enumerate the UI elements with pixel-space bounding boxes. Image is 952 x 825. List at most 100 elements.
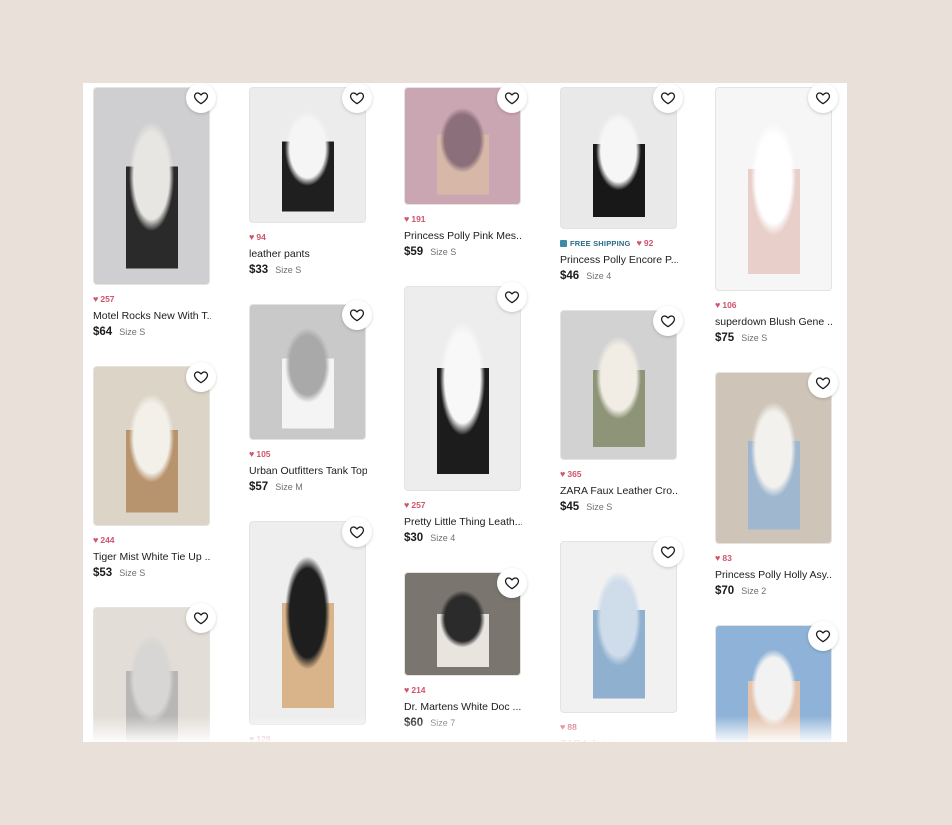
listing-title[interactable]: leather pants	[249, 248, 367, 260]
listing-size: Size S	[586, 502, 613, 512]
like-button[interactable]	[653, 306, 683, 336]
listing-card[interactable]: ♥128Pretty Little Thing Leath...	[249, 517, 372, 742]
like-button[interactable]	[186, 83, 216, 113]
like-count-value: 214	[411, 685, 426, 695]
listing-size: Size 7	[430, 718, 456, 728]
like-button[interactable]	[653, 83, 683, 113]
like-button[interactable]	[186, 362, 216, 392]
listing-column: ♥ 94 leather pants $33 Size S ♥ 105 Urban Outfi…	[249, 83, 372, 742]
price-row: $60 Size 7	[404, 717, 521, 729]
listing-card[interactable]: ♥88 ZARA Jeans	[560, 537, 683, 742]
listing-size: Size 4	[430, 533, 456, 543]
listing-photo[interactable]	[93, 366, 210, 526]
listing-card[interactable]: ♥ 214 Dr. Martens White Doc ... $60 Size 7	[404, 568, 527, 729]
listing-photo[interactable]	[715, 87, 832, 291]
like-button[interactable]	[497, 282, 527, 312]
likes-row: ♥ 244	[93, 534, 210, 546]
listing-meta: ♥ 94 leather pants $33 Size S	[249, 223, 366, 276]
listing-title[interactable]: ZARA Jeans	[560, 738, 678, 742]
listing-title[interactable]: Tiger Mist White Tie Up ...	[93, 551, 211, 563]
like-button[interactable]	[808, 621, 838, 651]
listing-card[interactable]: ♥ 191 Princess Polly Pink Mes... $59 Size S	[404, 83, 527, 258]
like-button[interactable]	[342, 300, 372, 330]
listing-price: $70	[715, 585, 735, 597]
like-count-value: 105	[256, 449, 271, 459]
like-button[interactable]	[497, 568, 527, 598]
heart-icon	[193, 90, 209, 106]
price-row: $70 Size 2	[715, 585, 832, 597]
heart-icon	[504, 289, 520, 305]
like-button[interactable]	[653, 537, 683, 567]
listing-card[interactable]	[715, 621, 838, 742]
listing-photo[interactable]	[404, 286, 521, 491]
like-button[interactable]	[186, 603, 216, 633]
likes-row: ♥ 94	[249, 231, 366, 243]
listing-title[interactable]: Urban Outfitters Tank Top	[249, 465, 367, 477]
listing-card[interactable]: ♥ 94 leather pants $33 Size S	[249, 83, 372, 276]
like-button[interactable]	[342, 517, 372, 547]
likes-row: ♥ 83	[715, 552, 832, 564]
listing-title[interactable]: Dr. Martens White Doc ...	[404, 701, 522, 713]
listing-price: $46	[560, 270, 580, 282]
listing-size: Size 2	[741, 586, 767, 596]
listing-card[interactable]: FREE SHIPPING ♥ 92 Princess Polly Encore P.…	[560, 83, 683, 282]
like-button[interactable]	[342, 83, 372, 113]
heart-icon	[815, 90, 831, 106]
price-row: $30 Size 4	[404, 532, 521, 544]
listing-meta: ♥88 ZARA Jeans	[560, 713, 677, 742]
listing-price: $60	[404, 717, 424, 729]
listing-title[interactable]: Motel Rocks New With T...	[93, 310, 211, 322]
listing-photo[interactable]	[560, 541, 677, 713]
free-shipping-label: FREE SHIPPING	[570, 238, 631, 248]
heart-small-icon: ♥	[93, 535, 99, 545]
listing-title[interactable]: Princess Polly Holly Asy...	[715, 569, 833, 581]
listing-price: $53	[93, 567, 113, 579]
heart-icon	[660, 313, 676, 329]
listing-column: ♥ 191 Princess Polly Pink Mes... $59 Size S ♥…	[404, 83, 527, 742]
listing-photo[interactable]	[715, 372, 832, 544]
like-count: ♥ 365	[560, 469, 582, 479]
listing-meta: ♥ 257 Pretty Little Thing Leath... $30 Size …	[404, 491, 522, 544]
listing-title[interactable]: superdown Blush Gene ...	[715, 316, 833, 328]
listing-price: $33	[249, 264, 269, 276]
listing-title[interactable]: Pretty Little Thing Leath...	[404, 516, 522, 528]
listing-card[interactable]: ♥ 257 Pretty Little Thing Leath... $30 Size …	[404, 282, 527, 544]
likes-row: ♥ 128	[249, 733, 366, 742]
heart-small-icon: ♥	[93, 294, 99, 304]
listing-size: Size S	[430, 247, 457, 257]
listing-card[interactable]: ♥ 365 ZARA Faux Leather Cro... $45 Size S	[560, 306, 683, 513]
heart-small-icon: ♥	[249, 734, 255, 742]
heart-icon	[349, 307, 365, 323]
like-count: ♥ 128	[249, 734, 271, 742]
listing-photo[interactable]	[249, 521, 366, 725]
listing-card[interactable]: ♥ 83 Princess Polly Holly Asy... $70 Size 2	[715, 368, 838, 597]
listing-title[interactable]: Princess Polly Encore P...	[560, 254, 678, 266]
listing-size: Size 4	[586, 271, 612, 281]
listing-title[interactable]: Princess Polly Pink Mes...	[404, 230, 522, 242]
like-count: ♥ 257	[404, 500, 426, 510]
like-count-value: 88	[567, 722, 577, 732]
listing-card[interactable]: ♥ 105 Urban Outfitters Tank Top $57 Size M	[249, 300, 372, 493]
like-button[interactable]	[497, 83, 527, 113]
shipping-box-icon	[560, 239, 567, 247]
like-count: ♥ 257	[93, 294, 115, 304]
likes-row: ♥ 257	[404, 499, 521, 511]
like-count-value: 191	[411, 214, 426, 224]
listing-card[interactable]: ♥ 106 superdown Blush Gene ... $75 Size S	[715, 83, 838, 344]
listing-card[interactable]	[93, 603, 216, 742]
like-button[interactable]	[808, 83, 838, 113]
listing-size: Size S	[119, 568, 146, 578]
listing-card[interactable]: ♥ 244 Tiger Mist White Tie Up ... $53 Size S	[93, 362, 216, 579]
listing-card[interactable]: ♥ 257 Motel Rocks New With T... $64 Size S	[93, 83, 216, 338]
like-count-value: 83	[722, 553, 732, 563]
like-count: ♥ 83	[715, 553, 732, 563]
price-row: $33 Size S	[249, 264, 366, 276]
listing-price: $45	[560, 501, 580, 513]
heart-small-icon: ♥	[404, 685, 410, 695]
listing-photo[interactable]	[93, 87, 210, 285]
listing-title[interactable]: ZARA Faux Leather Cro...	[560, 485, 678, 497]
heart-small-icon: ♥	[404, 500, 410, 510]
price-row: $53 Size S	[93, 567, 210, 579]
like-button[interactable]	[808, 368, 838, 398]
listing-meta: ♥ 106 superdown Blush Gene ... $75 Size S	[715, 291, 833, 344]
